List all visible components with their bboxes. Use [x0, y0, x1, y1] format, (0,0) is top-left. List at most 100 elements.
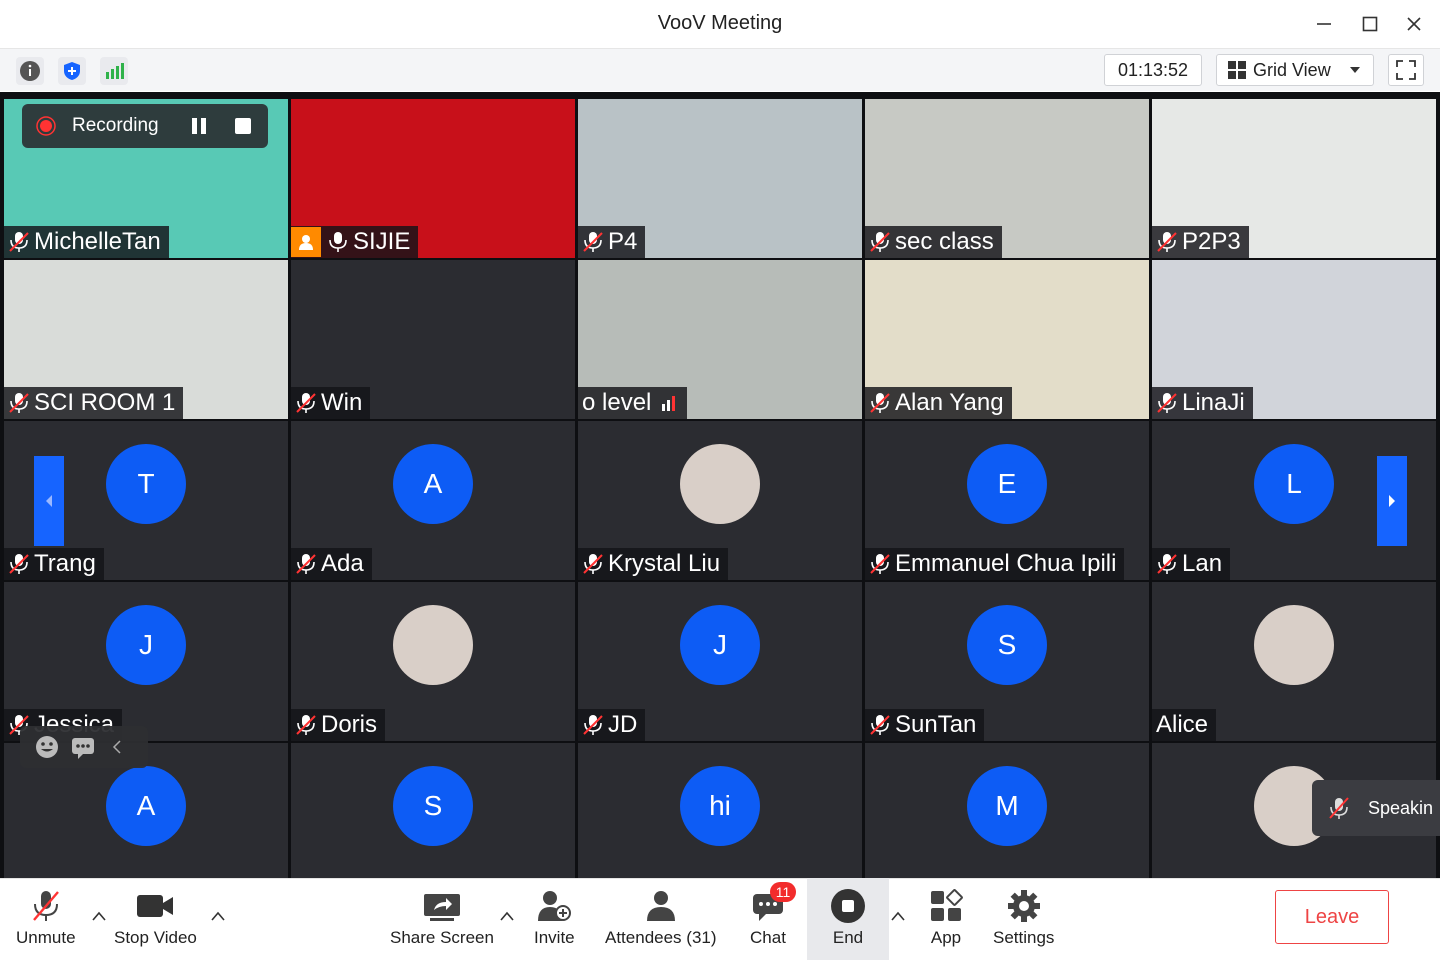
participant-tile[interactable]: P2P3	[1152, 99, 1436, 258]
participant-nameplate: Doris	[291, 709, 386, 741]
title-bar: VooV Meeting	[0, 0, 1440, 49]
participant-initial-avatar: A	[106, 765, 186, 846]
participant-initial-avatar: hi	[680, 765, 760, 846]
audio-options-chevron-icon[interactable]	[92, 908, 106, 924]
participant-initial-avatar: E	[967, 443, 1047, 524]
grid-view-icon	[1227, 60, 1247, 80]
unmute-button[interactable]: Unmute	[16, 886, 76, 948]
muted-mic-icon	[295, 714, 317, 736]
participant-name: Ada	[321, 550, 364, 577]
participant-tile[interactable]: hi	[578, 743, 862, 878]
chat-unread-badge: 11	[770, 882, 796, 902]
participant-name: JD	[608, 711, 638, 738]
collapse-chevron-icon[interactable]	[112, 740, 122, 754]
participant-tile[interactable]: J Jessica	[4, 582, 288, 741]
fullscreen-icon[interactable]	[1388, 54, 1424, 86]
unmute-label: Unmute	[16, 928, 76, 947]
info-icon[interactable]	[16, 57, 44, 85]
stop-video-button[interactable]: Stop Video	[114, 886, 197, 948]
muted-mic-icon	[295, 553, 317, 575]
attendees-button[interactable]: Attendees (31)	[605, 886, 717, 948]
reaction-bar	[20, 726, 148, 768]
end-options-chevron-icon[interactable]	[891, 908, 905, 924]
participant-tile[interactable]: Doris	[291, 582, 575, 741]
end-meeting-button[interactable]: End	[828, 886, 868, 948]
security-shield-icon[interactable]	[58, 57, 86, 85]
pause-recording-icon[interactable]	[189, 116, 209, 136]
participant-name: Lan	[1182, 550, 1223, 577]
video-options-chevron-icon[interactable]	[211, 908, 225, 924]
chat-button[interactable]: 11 Chat	[748, 882, 796, 948]
participant-nameplate: P4	[578, 226, 646, 258]
muted-mic-icon	[869, 231, 891, 253]
chat-label: Chat	[750, 928, 786, 947]
chat-bubble-icon: 11	[748, 882, 796, 926]
attendees-icon	[641, 886, 681, 926]
participant-name: Alice	[1156, 711, 1209, 738]
participant-tile[interactable]: Krystal Liu	[578, 421, 862, 580]
close-icon[interactable]	[1398, 8, 1430, 40]
settings-button[interactable]: Settings	[993, 886, 1054, 948]
video-camera-icon	[135, 886, 175, 926]
leave-button[interactable]: Leave	[1275, 890, 1389, 944]
participant-nameplate: Win	[291, 387, 371, 419]
quick-chat-icon[interactable]	[70, 734, 96, 760]
participant-nameplate: JD	[578, 709, 646, 741]
participant-initial-avatar: J	[106, 604, 186, 685]
share-screen-label: Share Screen	[390, 928, 494, 947]
previous-page-button[interactable]	[34, 456, 64, 546]
participant-name: Alan Yang	[895, 389, 1004, 416]
speaking-label: Speakin	[1368, 797, 1434, 818]
participant-tile[interactable]: S	[291, 743, 575, 878]
participant-tile[interactable]: Alice	[1152, 582, 1436, 741]
gear-icon	[1004, 886, 1044, 926]
chevron-left-icon	[46, 495, 52, 507]
participant-tile[interactable]: M	[865, 743, 1149, 878]
participant-tile[interactable]: Alan Yang	[865, 260, 1149, 419]
participant-tile[interactable]: E Emmanuel Chua Ipili	[865, 421, 1149, 580]
maximize-icon[interactable]	[1354, 8, 1386, 40]
share-screen-button[interactable]: Share Screen	[390, 886, 494, 948]
participant-tile[interactable]: o level	[578, 260, 862, 419]
muted-mic-icon	[869, 553, 891, 575]
participant-nameplate: MichelleTan	[4, 226, 169, 258]
muted-mic-icon	[8, 392, 30, 414]
muted-mic-icon	[1156, 392, 1178, 414]
view-mode-select[interactable]: Grid View	[1216, 54, 1374, 86]
muted-mic-icon	[1156, 231, 1178, 253]
end-label: End	[832, 928, 864, 947]
participant-tile[interactable]: sec class	[865, 99, 1149, 258]
participant-tile[interactable]: A Ada	[291, 421, 575, 580]
muted-mic-icon	[582, 714, 604, 736]
participant-tile[interactable]: Win	[291, 260, 575, 419]
participant-tile[interactable]: J JD	[578, 582, 862, 741]
app-button[interactable]: App	[926, 886, 966, 948]
share-screen-icon	[422, 886, 462, 926]
participant-nameplate: Lan	[1152, 548, 1231, 580]
participant-nameplate: Emmanuel Chua Ipili	[865, 548, 1125, 580]
participant-nameplate: Krystal Liu	[578, 548, 729, 580]
audio-level-icon	[661, 394, 679, 412]
next-page-button[interactable]	[1377, 456, 1407, 546]
participant-tile[interactable]: LinaJi	[1152, 260, 1436, 419]
participant-initial-avatar: T	[106, 443, 186, 524]
participant-nameplate: P2P3	[1152, 226, 1249, 258]
stop-recording-icon[interactable]	[233, 116, 253, 136]
participant-tile[interactable]: S SunTan	[865, 582, 1149, 741]
participant-name: SunTan	[895, 711, 977, 738]
muted-mic-icon	[1328, 796, 1350, 820]
invite-button[interactable]: Invite	[534, 886, 575, 948]
muted-mic-icon	[869, 392, 891, 414]
participant-name: P2P3	[1182, 228, 1241, 255]
participant-tile[interactable]: SCI ROOM 1	[4, 260, 288, 419]
muted-mic-icon	[582, 231, 604, 253]
emoji-icon[interactable]	[34, 734, 60, 760]
chevron-right-icon	[1389, 495, 1395, 507]
participant-tile[interactable]: P4	[578, 99, 862, 258]
muted-mic-icon	[869, 714, 891, 736]
minimize-icon[interactable]	[1308, 8, 1340, 40]
network-signal-icon[interactable]	[100, 57, 128, 85]
participant-tile[interactable]: SIJIE	[291, 99, 575, 258]
participant-nameplate: Alan Yang	[865, 387, 1012, 419]
share-options-chevron-icon[interactable]	[500, 908, 514, 924]
